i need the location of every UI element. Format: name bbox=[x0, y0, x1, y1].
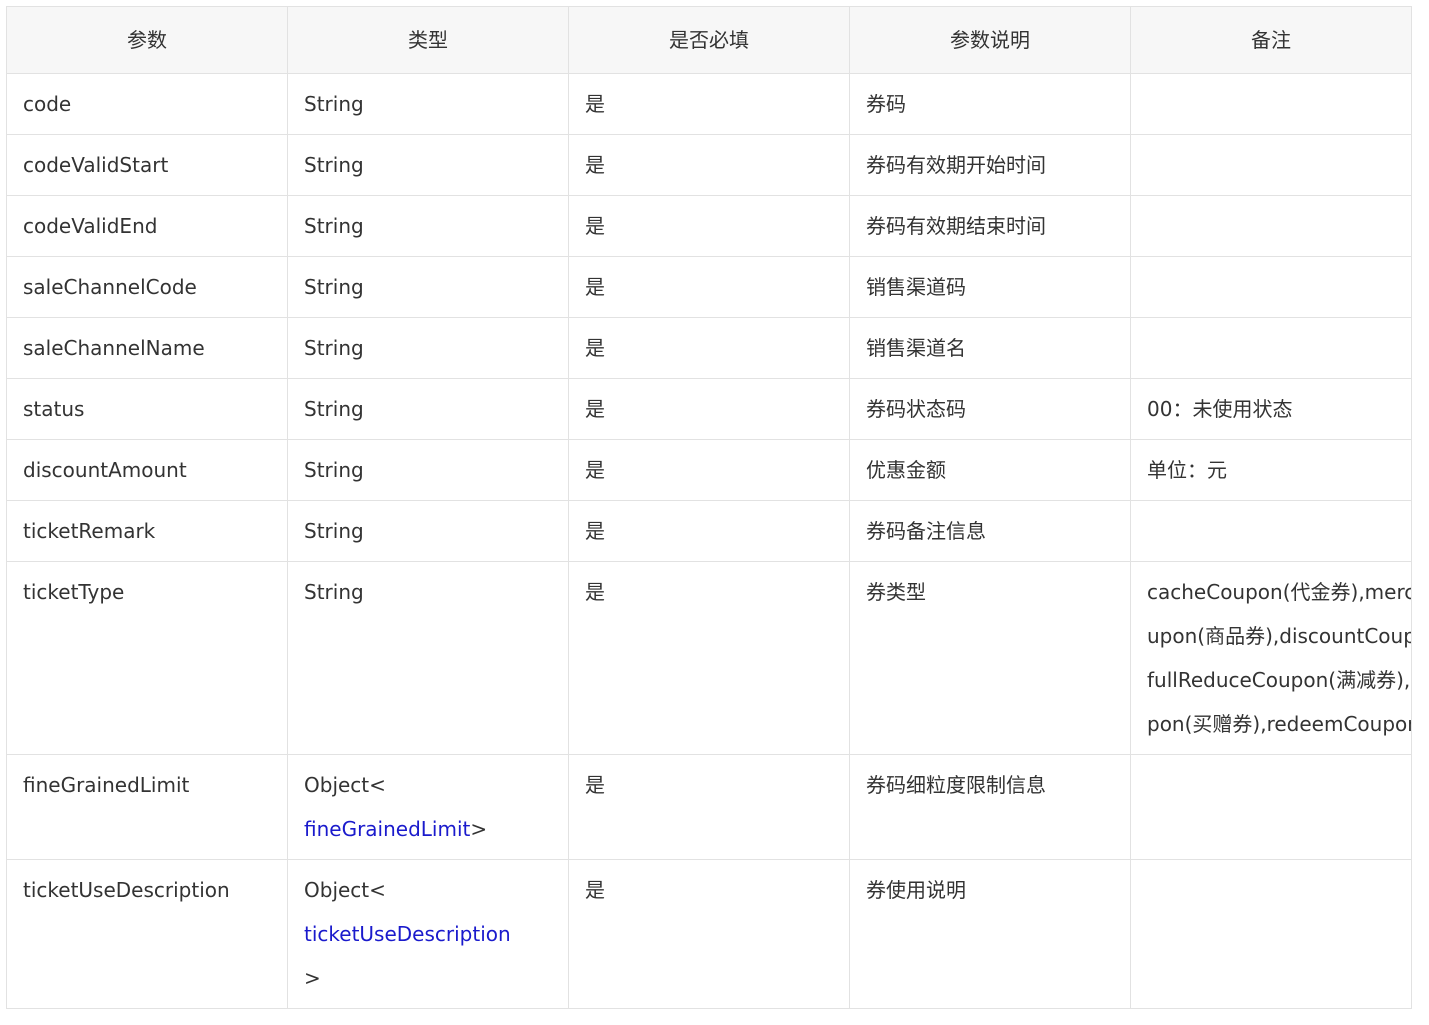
cell-required: 是 bbox=[568, 256, 850, 318]
cell-description: 券码备注信息 bbox=[849, 500, 1131, 562]
cell-remark-text: cacheCoupon(代金券),merchandiseCoupon(商品券),… bbox=[1147, 580, 1412, 736]
cell-type: String bbox=[287, 500, 569, 562]
cell-required: 是 bbox=[568, 378, 850, 440]
cell-description: 销售渠道名 bbox=[849, 317, 1131, 379]
cell-name: ticketRemark bbox=[6, 500, 288, 562]
cell-type: Object< fineGrainedLimit> bbox=[287, 754, 569, 860]
cell-type: String bbox=[287, 561, 569, 755]
header-param: 参数 bbox=[6, 6, 288, 74]
table-row: discountAmount String 是 优惠金额 单位：元 bbox=[6, 439, 1412, 501]
cell-remark bbox=[1130, 317, 1412, 379]
cell-name: fineGrainedLimit bbox=[6, 754, 288, 860]
cell-required: 是 bbox=[568, 500, 850, 562]
cell-description: 销售渠道码 bbox=[849, 256, 1131, 318]
cell-description: 券码有效期结束时间 bbox=[849, 195, 1131, 257]
table-row: saleChannelCode String 是 销售渠道码 bbox=[6, 256, 1412, 318]
cell-name: codeValidStart bbox=[6, 134, 288, 196]
table-row: ticketRemark String 是 券码备注信息 bbox=[6, 500, 1412, 562]
header-required: 是否必填 bbox=[568, 6, 850, 74]
type-link-fine-grained-limit[interactable]: fineGrainedLimit bbox=[304, 817, 470, 841]
header-description: 参数说明 bbox=[849, 6, 1131, 74]
table-row: codeValidEnd String 是 券码有效期结束时间 bbox=[6, 195, 1412, 257]
type-suffix: > bbox=[470, 817, 488, 841]
table-row: ticketType String 是 券类型 cacheCoupon(代金券)… bbox=[6, 561, 1412, 755]
type-link-ticket-use-description[interactable]: ticketUseDescription bbox=[304, 922, 511, 946]
cell-remark: 00：未使用状态 bbox=[1130, 378, 1412, 440]
cell-description: 券码状态码 bbox=[849, 378, 1131, 440]
cell-name: saleChannelCode bbox=[6, 256, 288, 318]
cell-description: 券码有效期开始时间 bbox=[849, 134, 1131, 196]
table-row: ticketUseDescription Object< ticketUseDes… bbox=[6, 859, 1412, 1009]
cell-name: status bbox=[6, 378, 288, 440]
cell-type: String bbox=[287, 378, 569, 440]
cell-required: 是 bbox=[568, 134, 850, 196]
type-suffix: > bbox=[304, 966, 321, 990]
cell-name: saleChannelName bbox=[6, 317, 288, 379]
cell-remark-empty bbox=[1130, 859, 1412, 1009]
cell-description: 券使用说明 bbox=[849, 859, 1131, 1009]
cell-remark bbox=[1130, 73, 1412, 135]
table-row: code String 是 券码 bbox=[6, 73, 1412, 135]
cell-type: String bbox=[287, 439, 569, 501]
header-type: 类型 bbox=[287, 6, 569, 74]
cell-name: discountAmount bbox=[6, 439, 288, 501]
cell-name: ticketUseDescription bbox=[6, 859, 288, 1009]
cell-remark: 单位：元 bbox=[1130, 439, 1412, 501]
cell-type: String bbox=[287, 73, 569, 135]
table-header-row: 参数 类型 是否必填 参数说明 备注 bbox=[6, 6, 1412, 74]
cell-type: String bbox=[287, 317, 569, 379]
header-remark: 备注 bbox=[1130, 6, 1412, 74]
cell-name: ticketType bbox=[6, 561, 288, 755]
type-prefix: Object< bbox=[304, 773, 386, 797]
table-row: codeValidStart String 是 券码有效期开始时间 bbox=[6, 134, 1412, 196]
cell-description: 券码细粒度限制信息 bbox=[849, 754, 1131, 860]
cell-remark bbox=[1130, 256, 1412, 318]
params-table: 参数 类型 是否必填 参数说明 备注 code String 是 券码 code… bbox=[6, 6, 1412, 1009]
cell-type: Object< ticketUseDescription > bbox=[287, 859, 569, 1009]
cell-description: 优惠金额 bbox=[849, 439, 1131, 501]
type-prefix: Object< bbox=[304, 878, 386, 902]
cell-required: 是 bbox=[568, 317, 850, 379]
cell-remark bbox=[1130, 500, 1412, 562]
cell-remark: cacheCoupon(代金券),merchandiseCoupon(商品券),… bbox=[1130, 561, 1412, 755]
cell-required: 是 bbox=[568, 195, 850, 257]
table-row: fineGrainedLimit Object< fineGrainedLimit… bbox=[6, 754, 1412, 860]
cell-name: codeValidEnd bbox=[6, 195, 288, 257]
cell-required: 是 bbox=[568, 859, 850, 1009]
table-row: saleChannelName String 是 销售渠道名 bbox=[6, 317, 1412, 379]
cell-required: 是 bbox=[568, 439, 850, 501]
cell-required: 是 bbox=[568, 73, 850, 135]
cell-name: code bbox=[6, 73, 288, 135]
cell-remark bbox=[1130, 195, 1412, 257]
cell-description: 券类型 bbox=[849, 561, 1131, 755]
cell-type: String bbox=[287, 134, 569, 196]
cell-remark bbox=[1130, 754, 1412, 860]
table-row: status String 是 券码状态码 00：未使用状态 bbox=[6, 378, 1412, 440]
cell-type: String bbox=[287, 256, 569, 318]
cell-required: 是 bbox=[568, 561, 850, 755]
cell-description: 券码 bbox=[849, 73, 1131, 135]
cell-type: String bbox=[287, 195, 569, 257]
cell-required: 是 bbox=[568, 754, 850, 860]
cell-remark bbox=[1130, 134, 1412, 196]
